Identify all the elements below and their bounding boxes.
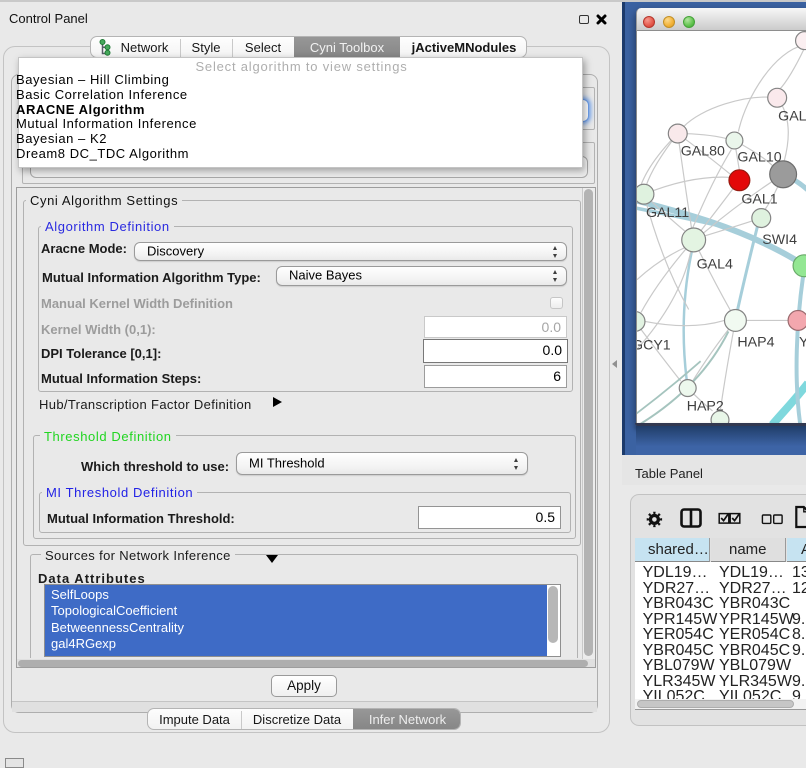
svg-text:GCY1: GCY1: [636, 337, 671, 353]
svg-text:HAP2: HAP2: [687, 398, 724, 414]
svg-text:GAL4: GAL4: [697, 257, 733, 273]
svg-text:HAP4: HAP4: [737, 334, 774, 350]
svg-text:GAL11: GAL11: [646, 205, 689, 221]
svg-text:GAL8: GAL8: [778, 109, 806, 125]
svg-text:GAL10: GAL10: [737, 149, 781, 165]
svg-text:SWI4: SWI4: [762, 232, 797, 248]
svg-text:GAL1: GAL1: [741, 192, 777, 208]
svg-text:GAL80: GAL80: [681, 143, 725, 159]
svg-text:Y: Y: [799, 334, 806, 350]
